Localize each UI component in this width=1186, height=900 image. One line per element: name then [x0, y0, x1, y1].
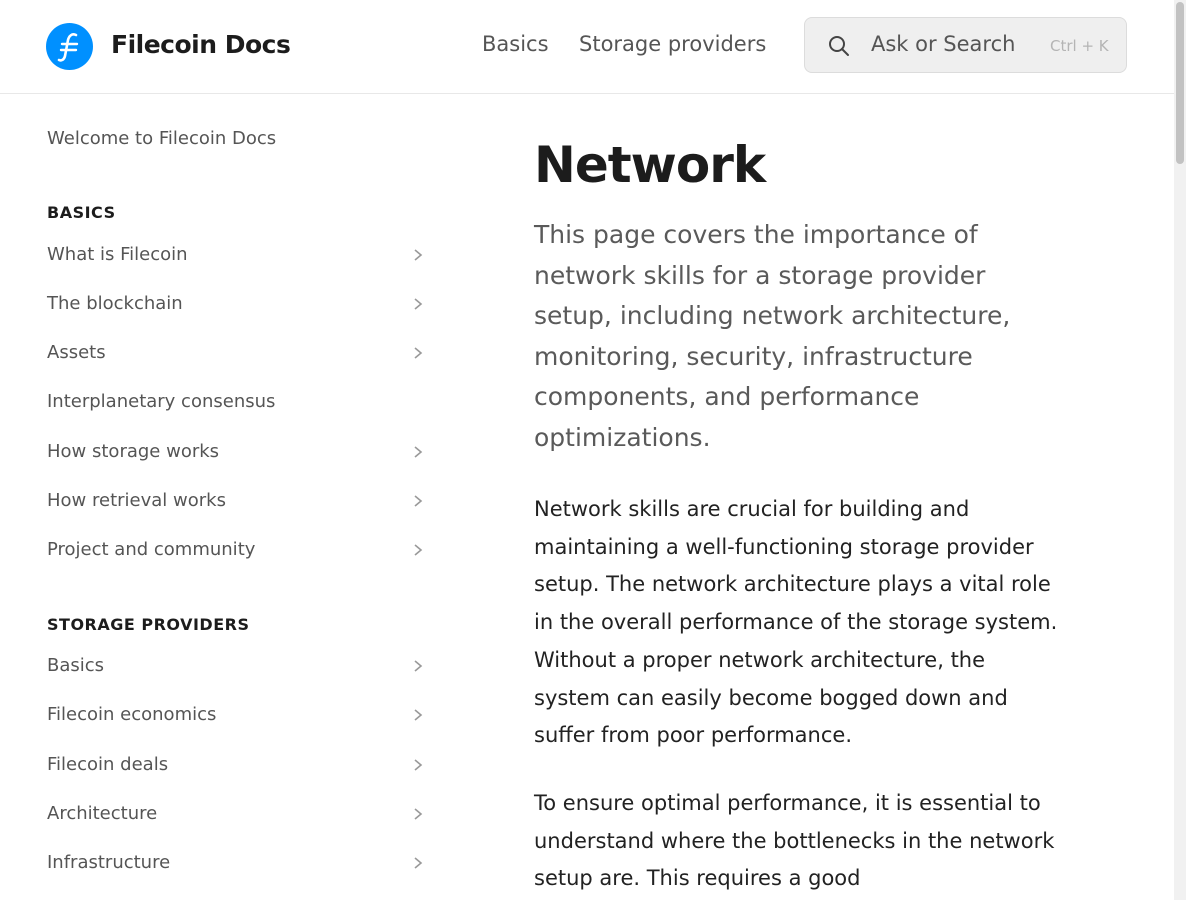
body-paragraph: To ensure optimal performance, it is ess… — [534, 791, 1055, 891]
chevron-right-icon[interactable] — [411, 297, 425, 311]
sidebar-section-storage-providers: STORAGE PROVIDERS — [47, 615, 250, 634]
body-paragraph: Network skills are crucial for building … — [534, 497, 1058, 748]
sidebar-item-label: Basics — [47, 655, 105, 676]
brand-title[interactable]: Filecoin Docs — [111, 30, 291, 59]
chevron-right-icon[interactable] — [411, 248, 425, 262]
sidebar-item-label: What is Filecoin — [47, 244, 188, 265]
sidebar-item-label: The blockchain — [47, 293, 183, 314]
sidebar-item-how-storage-works[interactable]: How storage works — [47, 439, 427, 469]
sidebar-item-how-retrieval-works[interactable]: How retrieval works — [47, 488, 427, 518]
sidebar-item-label: How storage works — [47, 441, 220, 462]
sidebar-item-label: Architecture — [47, 803, 158, 824]
search-shortcut-hint: Ctrl + K — [1050, 37, 1109, 55]
sidebar-item-what-is-filecoin[interactable]: What is Filecoin — [47, 242, 427, 272]
page: Filecoin Docs Basics Storage providers A… — [0, 0, 1186, 900]
chevron-right-icon[interactable] — [411, 807, 425, 821]
sidebar-item-welcome[interactable]: Welcome to Filecoin Docs — [47, 128, 276, 149]
sidebar-section-basics: BASICS — [47, 203, 116, 222]
chevron-right-icon[interactable] — [411, 659, 425, 673]
chevron-right-icon[interactable] — [411, 758, 425, 772]
chevron-right-icon[interactable] — [411, 445, 425, 459]
sidebar-item-infrastructure[interactable]: Infrastructure — [47, 850, 427, 880]
sidebar-item-label: Project and community — [47, 539, 256, 560]
search-icon — [829, 36, 849, 56]
sidebar-nav: Welcome to Filecoin Docs BASICS What is … — [0, 94, 460, 900]
sidebar-item-label: Filecoin deals — [47, 754, 169, 775]
sidebar-item-interplanetary-consensus[interactable]: Interplanetary consensus — [47, 389, 427, 419]
sidebar-item-filecoin-economics[interactable]: Filecoin economics — [47, 702, 427, 732]
chevron-right-icon[interactable] — [411, 494, 425, 508]
sidebar-item-label: Interplanetary consensus — [47, 391, 276, 412]
chevron-right-icon[interactable] — [411, 346, 425, 360]
sidebar-item-label: Filecoin economics — [47, 704, 217, 725]
nav-link-basics[interactable]: Basics — [482, 32, 549, 56]
page-scrollbar[interactable] — [1174, 0, 1186, 900]
sidebar-item-sp-basics[interactable]: Basics — [47, 653, 427, 683]
sidebar-item-architecture[interactable]: Architecture — [47, 801, 427, 831]
sidebar-item-label: Infrastructure — [47, 852, 171, 873]
page-title: Network — [534, 136, 766, 194]
sidebar-item-assets[interactable]: Assets — [47, 340, 427, 370]
sidebar-item-the-blockchain[interactable]: The blockchain — [47, 291, 427, 321]
chevron-right-icon[interactable] — [411, 708, 425, 722]
search-placeholder: Ask or Search — [871, 32, 1016, 56]
scrollbar-thumb[interactable] — [1176, 2, 1184, 164]
sidebar-item-label: How retrieval works — [47, 490, 226, 511]
sidebar-item-label: Assets — [47, 342, 106, 363]
sidebar-item-filecoin-deals[interactable]: Filecoin deals — [47, 752, 427, 782]
chevron-right-icon[interactable] — [411, 856, 425, 870]
chevron-right-icon[interactable] — [411, 543, 425, 557]
filecoin-logo-icon[interactable] — [46, 23, 93, 70]
nav-link-storage-providers[interactable]: Storage providers — [579, 32, 766, 56]
page-lead: This page covers the importance of netwo… — [534, 220, 1011, 452]
search-box[interactable]: Ask or Search Ctrl + K — [804, 17, 1127, 73]
top-header: Filecoin Docs Basics Storage providers A… — [0, 0, 1174, 94]
sidebar-item-project-and-community[interactable]: Project and community — [47, 537, 427, 567]
